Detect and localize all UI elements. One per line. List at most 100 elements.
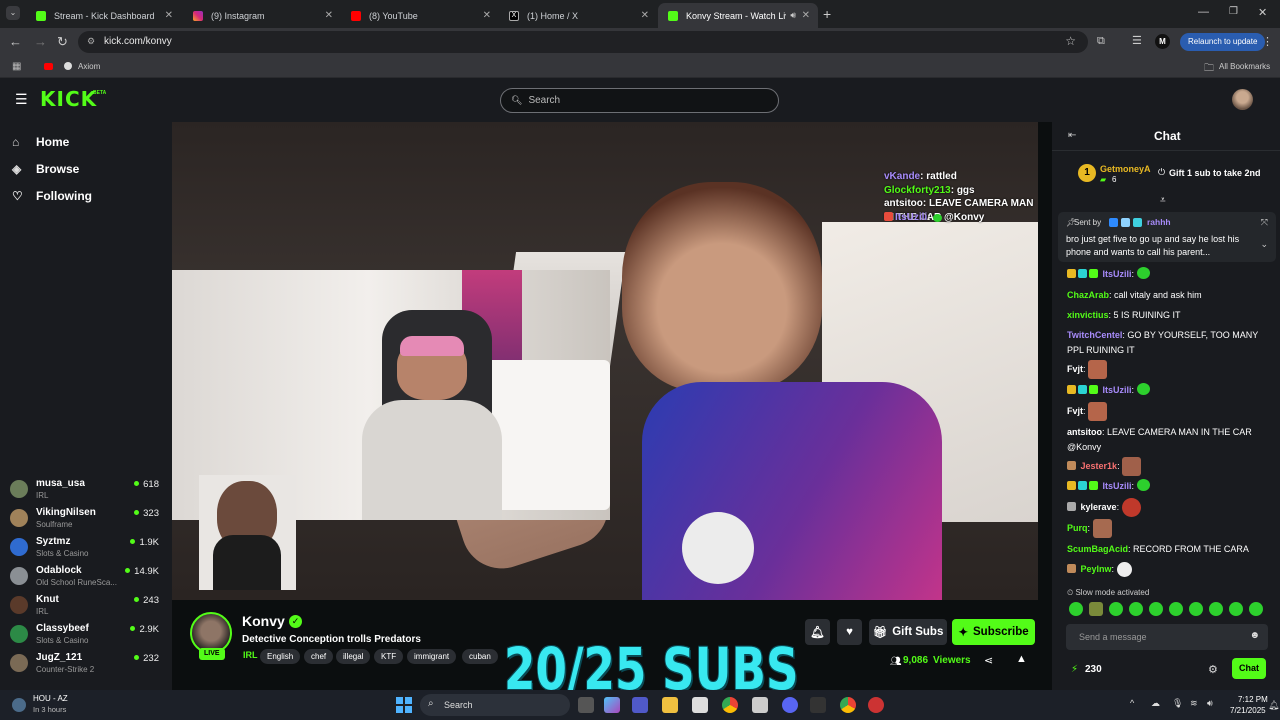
follow-button[interactable]: ♥ [837, 619, 862, 645]
close-icon[interactable]: ✕ [641, 10, 649, 21]
youtube-bookmark-icon[interactable] [44, 63, 53, 70]
user-avatar[interactable] [1232, 89, 1253, 110]
chat-username[interactable]: Peylnw [1081, 564, 1112, 574]
recommended-channel[interactable]: musa_usa IRL 618 [10, 478, 168, 507]
close-icon[interactable]: ✕ [483, 10, 491, 21]
minimize-icon[interactable]: — [1198, 6, 1209, 18]
apps-grid-icon[interactable]: ▦ [12, 61, 21, 72]
clock-time[interactable]: 7:12 PM [1238, 695, 1268, 704]
subscribe-button[interactable]: ✦ Subscribe [952, 619, 1035, 645]
browser-tab-active[interactable]: Konvy Stream - Watch Live 🔊︎ ✕ [658, 3, 818, 28]
weather-location[interactable]: HOU - AZ [33, 694, 68, 703]
address-bar[interactable]: ⚙ kick.com/konvy ☆ [78, 31, 1088, 53]
gift-cta[interactable]: Gift 1 sub to take 2nd [1169, 168, 1261, 178]
unpin-icon[interactable]: ⤧ [1261, 217, 1268, 228]
chat-username[interactable]: ChazArab [1067, 290, 1109, 300]
notifications-icon[interactable]: 🔔︎ [1268, 700, 1279, 711]
chat-username[interactable]: Fvjt [1067, 364, 1083, 374]
channel-name[interactable]: Konvy [242, 613, 285, 629]
emote-icon[interactable] [1089, 602, 1103, 616]
expand-icon[interactable]: ⩡ [1160, 195, 1166, 206]
emote-icon[interactable] [1209, 602, 1223, 616]
recommended-channel[interactable]: VikingNilsen Soulframe 323 [10, 507, 168, 536]
relaunch-button[interactable]: Relaunch to update [1180, 33, 1266, 51]
chrome-icon[interactable] [840, 697, 856, 713]
recommended-channel[interactable]: Odablock Old School RuneSca... 14.9K [10, 565, 168, 594]
close-icon[interactable]: ✕ [325, 10, 333, 21]
notepad-icon[interactable] [752, 697, 768, 713]
menu-icon[interactable]: ⋮ [1262, 35, 1273, 48]
tag-ktf[interactable]: KTF [374, 649, 404, 664]
forward-icon[interactable]: → [34, 35, 47, 48]
window-close-icon[interactable]: ✕ [1258, 6, 1267, 19]
emote-icon[interactable] [1109, 602, 1123, 616]
chat-username[interactable]: ScumBagAcid [1067, 544, 1128, 554]
teams-icon[interactable] [632, 697, 648, 713]
browser-tab[interactable]: (9) Instagram ✕ [183, 3, 341, 28]
browser-tab[interactable]: Stream - Kick Dashboard ✕ [26, 3, 181, 28]
file-explorer-icon[interactable] [662, 697, 678, 713]
chat-input[interactable]: Send a message ☻ [1066, 624, 1268, 650]
chat-username[interactable]: TwitchCentel [1067, 330, 1122, 340]
search-input[interactable]: 🔍︎ Search [500, 88, 779, 113]
reload-icon[interactable]: ↻ [57, 35, 68, 48]
chat-username[interactable]: ItsUzili [1103, 385, 1132, 395]
clock-date[interactable]: 7/21/2025 [1230, 706, 1266, 715]
stream-category[interactable]: IRL [243, 650, 258, 660]
volume-icon[interactable]: 🔊︎ [1207, 698, 1213, 709]
emoji-picker-icon[interactable]: ☻ [1249, 630, 1260, 641]
notification-bell-button[interactable]: 🔔︎ [805, 619, 830, 645]
tray-chevron-icon[interactable]: ^ [1130, 698, 1134, 708]
hamburger-menu-icon[interactable]: ☰ [15, 92, 28, 106]
emote-icon[interactable] [1249, 602, 1263, 616]
task-view-icon[interactable] [578, 697, 594, 713]
chrome-icon[interactable] [722, 697, 738, 713]
discord-icon[interactable] [782, 697, 798, 713]
chat-username[interactable]: ItsUzili [1103, 269, 1132, 279]
chat-username[interactable]: antsitoo [1067, 427, 1102, 437]
recommended-channel[interactable]: Knut IRL 243 [10, 594, 168, 623]
tag-english[interactable]: English [260, 649, 301, 664]
collapse-chat-icon[interactable]: ⇤ [1068, 130, 1076, 141]
chat-username[interactable]: ItsUzili [1103, 481, 1132, 491]
browser-tab[interactable]: X (1) Home / X ✕ [499, 3, 657, 28]
tag-illegal[interactable]: illegal [336, 649, 371, 664]
report-icon[interactable]: ▲ [1016, 653, 1027, 665]
emote-icon[interactable] [1069, 602, 1083, 616]
share-icon[interactable]: ⋖ [984, 654, 993, 667]
chat-username[interactable]: Jester1k [1081, 461, 1118, 471]
video-player[interactable]: vKande: rattled Glockforty213: ggs antsi… [172, 122, 1038, 600]
browser-tab[interactable]: (8) YouTube ✕ [341, 3, 499, 28]
settings-gear-icon[interactable]: ⚙ [1208, 663, 1218, 676]
recommended-channel[interactable]: Classybeef Slots & Casino 2.9K [10, 623, 168, 652]
app-icon[interactable] [868, 697, 884, 713]
wifi-icon[interactable]: ≋ [1190, 698, 1198, 709]
emote-icon[interactable] [1169, 602, 1183, 616]
cloud-icon[interactable]: ☁ [1151, 698, 1160, 709]
maximize-icon[interactable]: ❐ [1229, 6, 1238, 17]
chevron-down-icon[interactable]: ⌄ [1260, 239, 1268, 250]
kick-logo[interactable]: KICK [40, 87, 97, 111]
emote-icon[interactable] [1229, 602, 1243, 616]
chat-username[interactable]: kylerave [1081, 502, 1117, 512]
speaker-icon[interactable]: 🔊︎ [790, 10, 796, 21]
channel-points[interactable]: 230 [1085, 664, 1102, 675]
all-bookmarks[interactable]: All Bookmarks [1219, 62, 1270, 71]
tag-immigrant[interactable]: immigrant [407, 649, 457, 664]
bookmark-star-icon[interactable]: ☆ [1065, 34, 1076, 48]
profile-avatar[interactable]: M [1155, 34, 1170, 49]
store-icon[interactable] [692, 697, 708, 713]
back-icon[interactable]: ← [9, 35, 22, 48]
nav-browse[interactable]: ◈ Browse [12, 162, 79, 176]
bookmark-axiom[interactable]: Axiom [78, 62, 100, 71]
emote-icon[interactable] [1189, 602, 1203, 616]
chat-username[interactable]: xinvictius [1067, 310, 1109, 320]
nav-home[interactable]: ⌂ Home [12, 135, 69, 149]
copilot-icon[interactable] [604, 697, 620, 713]
recommended-channel[interactable]: Syztmz Slots & Casino 1.9K [10, 536, 168, 565]
new-tab-icon[interactable]: + [823, 6, 831, 22]
epic-games-icon[interactable] [810, 697, 826, 713]
pinned-sender[interactable]: rahhh [1147, 217, 1171, 227]
site-info-icon[interactable]: ⚙ [87, 36, 95, 47]
nav-following[interactable]: ♡ Following [12, 189, 92, 203]
